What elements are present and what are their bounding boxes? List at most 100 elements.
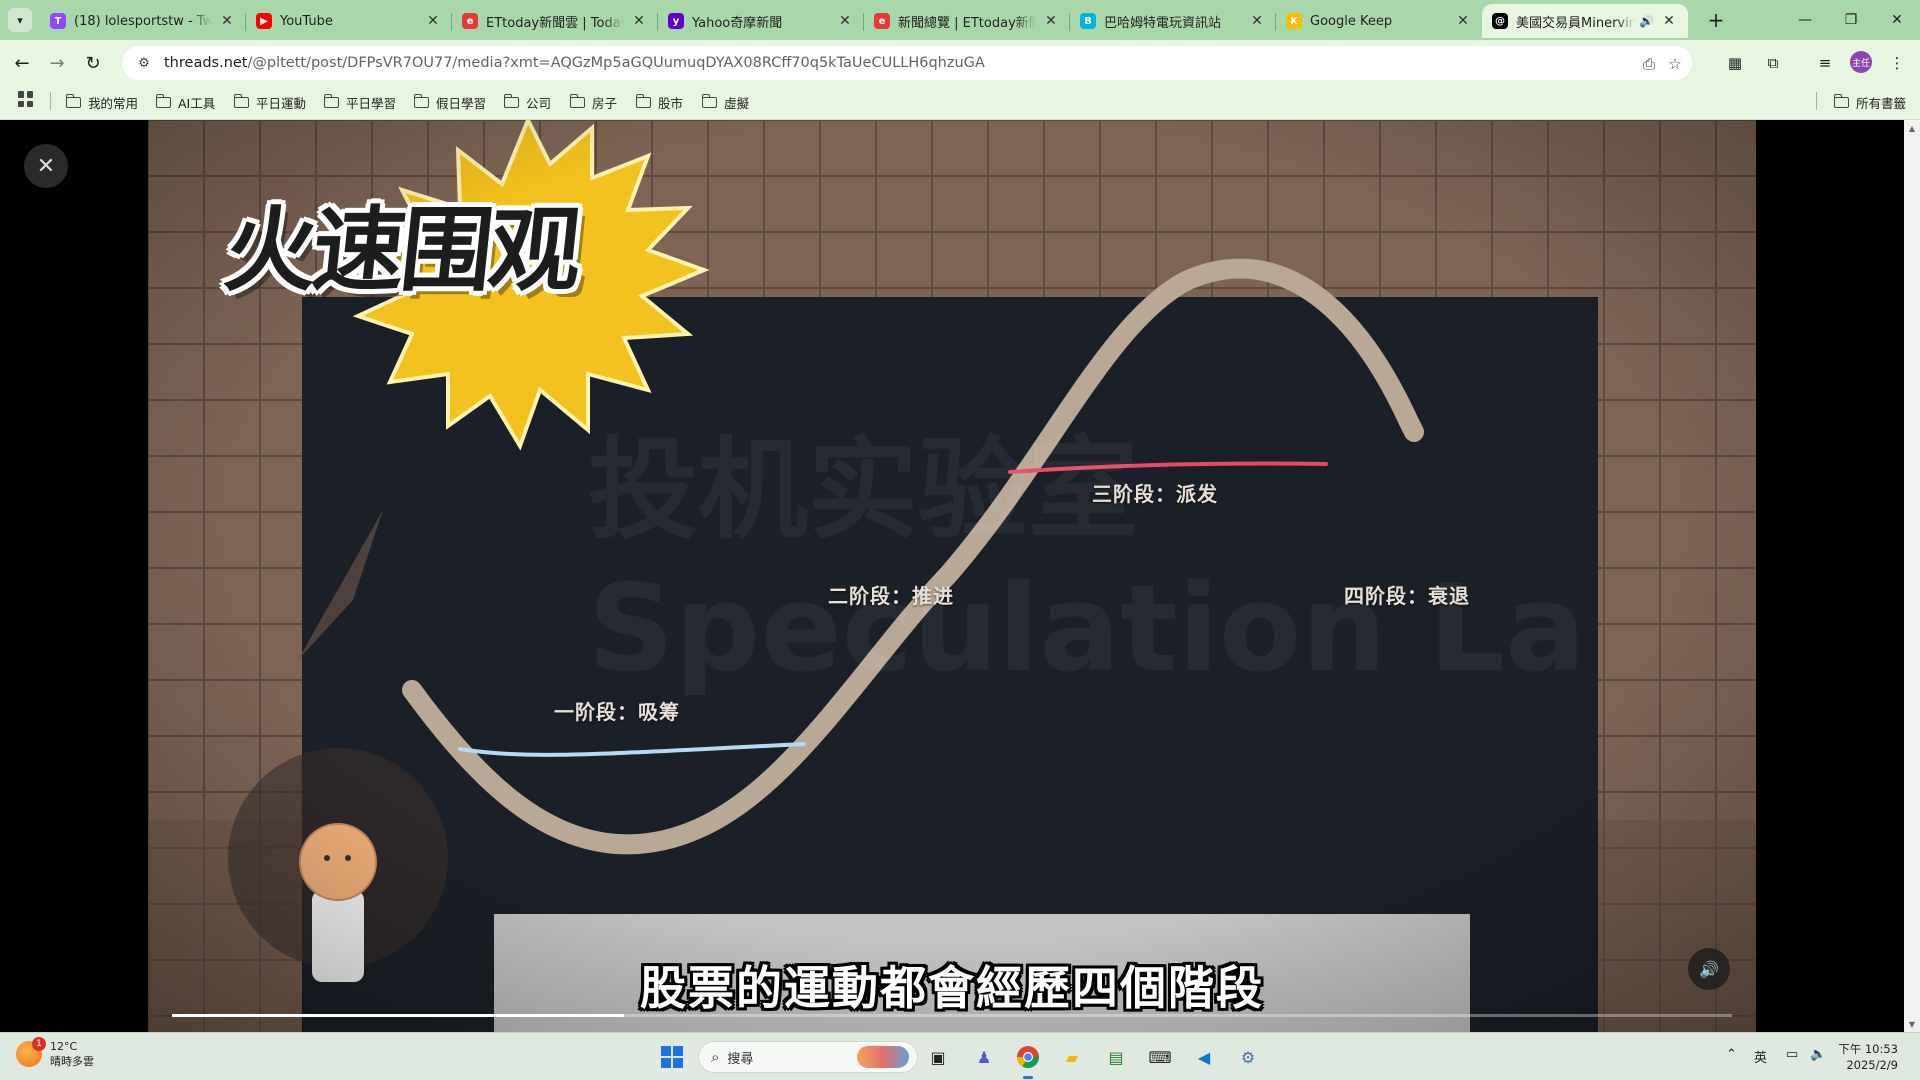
bookmark-folder[interactable]: 虛擬 bbox=[701, 91, 749, 113]
tab-title: 美國交易員Minervini bbox=[1516, 15, 1636, 31]
video-title-overlay: 火速围观 bbox=[219, 197, 583, 304]
search-placeholder: 搜尋 bbox=[727, 1051, 754, 1067]
show-hidden-icons[interactable]: ⌃ bbox=[1726, 1047, 1737, 1062]
extensions-icon[interactable]: ⧉ bbox=[1760, 50, 1786, 76]
teams-icon[interactable]: ♟ bbox=[968, 1041, 1000, 1073]
weather-widget[interactable]: 1 12°C 晴時多雲 bbox=[16, 1037, 94, 1069]
page-scrollbar[interactable]: ▲ ▼ bbox=[1904, 120, 1920, 1032]
tab-close-icon[interactable]: ✕ bbox=[836, 12, 854, 30]
notepad-icon[interactable]: ▤ bbox=[1100, 1041, 1132, 1073]
tab-close-icon[interactable]: ✕ bbox=[1248, 12, 1266, 30]
bookmark-folder[interactable]: 我的常用 bbox=[65, 91, 139, 113]
site-info-icon[interactable]: ⚙ bbox=[134, 53, 154, 73]
bookmark-star-icon[interactable]: ☆ bbox=[1664, 53, 1686, 75]
start-button[interactable] bbox=[656, 1041, 688, 1073]
tab-close-icon[interactable]: ✕ bbox=[1660, 12, 1678, 30]
back-button[interactable]: ← bbox=[9, 50, 35, 76]
bookmark-label: 公司 bbox=[526, 95, 552, 111]
ettoday-icon: e bbox=[874, 13, 890, 29]
browser-tab[interactable]: @ 美國交易員Minervini 🔊 ✕ bbox=[1482, 4, 1688, 38]
tab-title: 巴哈姆特電玩資訊站 bbox=[1104, 15, 1222, 31]
menu-kebab-icon[interactable]: ⋮ bbox=[1884, 50, 1910, 76]
bookmark-folder[interactable]: 假日學習 bbox=[413, 91, 487, 113]
tab-close-icon[interactable]: ✕ bbox=[424, 12, 442, 30]
close-viewer-button[interactable]: ✕ bbox=[24, 144, 68, 188]
apps-grid-icon[interactable] bbox=[18, 91, 34, 107]
bookmark-divider bbox=[50, 92, 51, 110]
chrome-icon[interactable] bbox=[1012, 1041, 1044, 1079]
all-bookmarks-button[interactable]: 所有書籤 bbox=[1833, 91, 1906, 113]
reload-button[interactable]: ↻ bbox=[80, 50, 106, 76]
media-viewer: ✕ 投机实验室 Speculation La 火速围观 一阶段：吸筹 二阶段：推… bbox=[0, 120, 1920, 1032]
task-view-icon[interactable]: ▣ bbox=[922, 1041, 954, 1073]
volume-icon[interactable]: 🔈 bbox=[1810, 1047, 1826, 1062]
bookmark-folder[interactable]: 平日學習 bbox=[323, 91, 397, 113]
address-bar[interactable]: ⚙ threads.net/@pltett/post/DFPsVR7OU77/m… bbox=[122, 46, 1692, 80]
terminal-icon[interactable]: ⌨ bbox=[1144, 1041, 1176, 1073]
search-icon: ⌕ bbox=[711, 1048, 720, 1066]
folder-icon bbox=[1833, 93, 1849, 108]
bookmark-folder[interactable]: 平日運動 bbox=[233, 91, 307, 113]
tab-strip: T (18) lolesportstw - Twitch ✕ ▶ YouTube ✕ e ET… bbox=[40, 4, 1688, 40]
bookmark-label: 我的常用 bbox=[88, 95, 139, 111]
tab-close-icon[interactable]: ✕ bbox=[630, 12, 648, 30]
scroll-up-icon[interactable]: ▲ bbox=[1904, 120, 1920, 136]
url-text[interactable]: threads.net/@pltett/post/DFPsVR7OU77/med… bbox=[164, 55, 985, 71]
bookmark-label: 股市 bbox=[658, 95, 684, 111]
minimize-button[interactable]: — bbox=[1782, 0, 1828, 40]
tab-close-icon[interactable]: ✕ bbox=[218, 12, 236, 30]
tab-title: Google Keep bbox=[1310, 13, 1393, 29]
new-tab-button[interactable]: + bbox=[1704, 8, 1728, 32]
bookmark-label: 平日學習 bbox=[346, 95, 397, 111]
browser-tab[interactable]: e ETtoday新聞雲 | Today is ✕ bbox=[452, 4, 658, 38]
system-clock[interactable]: 下午 10:53 2025/2/9 bbox=[1838, 1041, 1898, 1073]
network-icon[interactable]: ▭ bbox=[1786, 1047, 1798, 1062]
bookmark-folder[interactable]: 公司 bbox=[503, 91, 552, 113]
windows-logo-icon bbox=[661, 1046, 683, 1068]
vscode-icon[interactable]: ◀ bbox=[1188, 1041, 1220, 1073]
stage-four-label: 四阶段：衰退 bbox=[1344, 584, 1470, 608]
browser-tab[interactable]: T (18) lolesportstw - Twitch ✕ bbox=[40, 4, 246, 38]
settings-icon[interactable]: ⚙ bbox=[1232, 1041, 1264, 1073]
browser-tab[interactable]: B 巴哈姆特電玩資訊站 ✕ bbox=[1070, 4, 1276, 38]
speaker-icon: 🔊 bbox=[1699, 959, 1719, 979]
bookmark-label: 平日運動 bbox=[256, 95, 307, 111]
restore-button[interactable]: ❐ bbox=[1828, 0, 1874, 40]
browser-tab[interactable]: K Google Keep ✕ bbox=[1276, 4, 1482, 38]
browser-tab[interactable]: ▶ YouTube ✕ bbox=[246, 4, 452, 38]
bookmark-label: AI工具 bbox=[178, 95, 216, 111]
video-player[interactable]: 投机实验室 Speculation La 火速围观 一阶段：吸筹 二阶段：推进 … bbox=[148, 120, 1756, 1032]
close-window-button[interactable]: ✕ bbox=[1874, 0, 1920, 40]
qr-code-icon[interactable]: ▦ bbox=[1722, 50, 1748, 76]
ime-indicator[interactable]: 英 bbox=[1754, 1047, 1767, 1066]
bookmark-folder[interactable]: AI工具 bbox=[155, 91, 216, 113]
weather-description: 晴時多雲 bbox=[50, 1055, 94, 1068]
bookmark-folder[interactable]: 房子 bbox=[569, 91, 617, 113]
taskbar-search[interactable]: ⌕ 搜尋 bbox=[698, 1041, 918, 1073]
tab-audio-icon[interactable]: 🔊 bbox=[1639, 14, 1654, 28]
folder-icon bbox=[503, 93, 519, 108]
stage-two-label: 二阶段：推进 bbox=[828, 584, 954, 608]
tab-close-icon[interactable]: ✕ bbox=[1042, 12, 1060, 30]
bookmark-label: 假日學習 bbox=[436, 95, 487, 111]
tab-search-button[interactable]: ▾ bbox=[8, 8, 32, 32]
bookmark-folder[interactable]: 股市 bbox=[635, 91, 684, 113]
progress-fill bbox=[172, 1014, 625, 1017]
media-control-icon[interactable]: ≡ bbox=[1812, 50, 1838, 76]
arrow-right-icon: → bbox=[49, 52, 65, 74]
profile-avatar[interactable]: 主任 bbox=[1850, 51, 1872, 73]
install-app-icon[interactable]: ⎙ bbox=[1638, 53, 1660, 75]
scroll-down-icon[interactable]: ▼ bbox=[1904, 1016, 1920, 1032]
tab-bar: ▾ T(18) lolesportstw - Twitch✕▶YouTube✕e… bbox=[0, 0, 1920, 40]
mute-button[interactable]: 🔊 bbox=[1688, 948, 1730, 990]
taskbar: 1 12°C 晴時多雲 ⌕ 搜尋 ▣ ♟ ▰ ▤ ⌨ ◀ ⚙ ⌃ 英 ▭ 🔈 下… bbox=[0, 1032, 1920, 1080]
progress-bar[interactable] bbox=[172, 1014, 1732, 1017]
active-indicator bbox=[1023, 1076, 1033, 1079]
file-explorer-icon[interactable]: ▰ bbox=[1056, 1041, 1088, 1073]
browser-tab[interactable]: y Yahoo奇摩新聞 ✕ bbox=[658, 4, 864, 38]
url-host: threads.net bbox=[164, 55, 248, 71]
navigation-toolbar: ← → ↻ ⚙ threads.net/@pltett/post/DFPsVR7… bbox=[0, 40, 1920, 84]
tab-close-icon[interactable]: ✕ bbox=[1454, 12, 1472, 30]
forward-button[interactable]: → bbox=[44, 50, 70, 76]
browser-tab[interactable]: e 新聞總覽 | ETtoday新聞雲 ✕ bbox=[864, 4, 1070, 38]
